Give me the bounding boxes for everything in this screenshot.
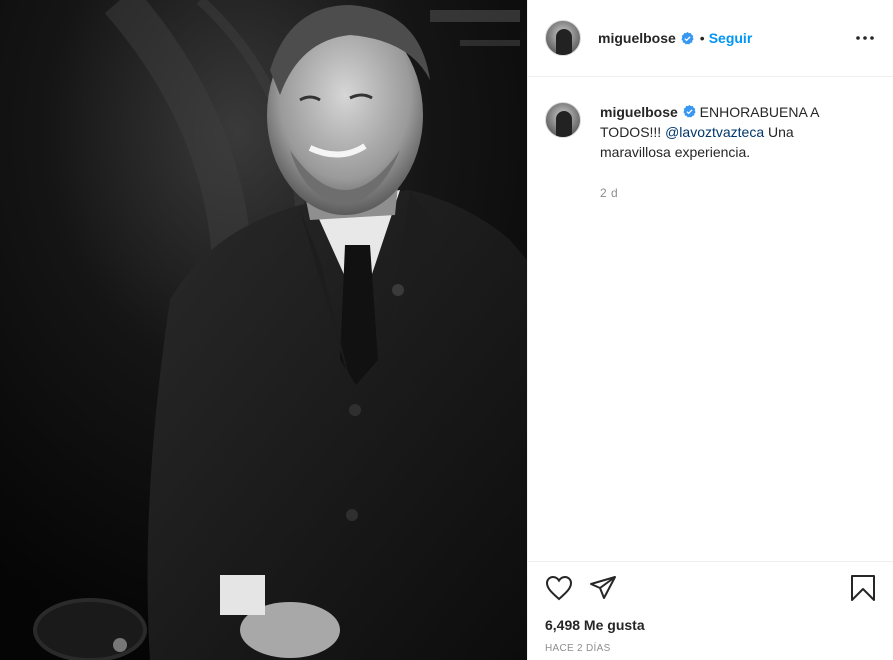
- save-button[interactable]: [849, 574, 877, 602]
- header-username[interactable]: miguelbose: [598, 30, 676, 46]
- post-photo: [0, 0, 527, 660]
- verified-badge-icon: [681, 31, 694, 44]
- post-actions: 6,498 Me gusta HACE 2 DÍAS: [528, 561, 893, 654]
- share-button[interactable]: [589, 574, 617, 602]
- paper-plane-icon: [590, 576, 616, 599]
- caption: miguelbose ENHORABUENA A TODOS!!! @lavoz…: [528, 77, 893, 203]
- caption-avatar[interactable]: [545, 102, 581, 138]
- follow-button[interactable]: Seguir: [709, 30, 753, 46]
- caption-body: miguelbose ENHORABUENA A TODOS!!! @lavoz…: [600, 102, 840, 203]
- caption-mention-link[interactable]: @lavoztvazteca: [665, 124, 764, 140]
- post-image[interactable]: [0, 0, 527, 660]
- post-details-panel: miguelbose • Seguir miguelbose ENHORABUE…: [527, 0, 893, 660]
- more-horizontal-icon: [856, 36, 874, 40]
- caption-username[interactable]: miguelbose: [600, 104, 678, 120]
- caption-time[interactable]: 2 d: [600, 183, 840, 203]
- post-date[interactable]: HACE 2 DÍAS: [545, 643, 877, 654]
- avatar[interactable]: [545, 20, 581, 56]
- separator-dot: •: [699, 30, 705, 46]
- heart-icon: [545, 575, 573, 601]
- post-header: miguelbose • Seguir: [528, 0, 893, 77]
- verified-badge-icon: [683, 105, 696, 118]
- like-button[interactable]: [545, 574, 573, 602]
- bookmark-icon: [851, 575, 875, 601]
- likes-count[interactable]: 6,498 Me gusta: [545, 617, 877, 633]
- more-options-button[interactable]: [853, 26, 877, 50]
- action-bar: [545, 572, 877, 604]
